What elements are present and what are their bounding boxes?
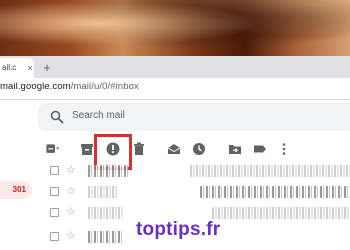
star-icon[interactable]: ☆ — [66, 207, 76, 218]
row-checkbox[interactable] — [50, 166, 59, 175]
new-tab-button[interactable]: + — [40, 58, 54, 78]
search-input[interactable]: Search mail — [72, 110, 125, 121]
tab-close-icon[interactable]: × — [24, 58, 36, 78]
archive-icon[interactable] — [80, 142, 94, 156]
star-icon[interactable]: ☆ — [66, 186, 76, 197]
star-icon[interactable]: ☆ — [66, 231, 76, 242]
snooze-icon[interactable] — [192, 142, 206, 156]
url-text[interactable]: mail.google.com/mail/u/0/#inbox — [0, 81, 139, 92]
url-host: mail.google.com — [0, 81, 71, 92]
tab-title: ail.c — [2, 63, 17, 72]
sender-redacted — [88, 186, 118, 198]
more-icon[interactable] — [277, 142, 291, 156]
subject-redacted — [212, 207, 350, 219]
search-icon[interactable] — [50, 110, 64, 124]
subject-redacted — [200, 186, 350, 198]
sender-redacted — [88, 207, 124, 219]
url-path: /mail/u/0/#inbox — [70, 81, 139, 92]
subject-redacted — [190, 165, 350, 177]
select-checkbox-icon[interactable] — [46, 142, 60, 156]
mark-as-read-icon[interactable] — [167, 142, 181, 156]
background-photo — [0, 0, 350, 58]
delete-icon[interactable] — [132, 142, 146, 156]
sender-redacted — [88, 165, 128, 177]
sender-redacted — [88, 231, 122, 243]
inbox-count-badge: 301 — [0, 181, 32, 199]
row-checkbox[interactable] — [50, 232, 59, 241]
star-icon[interactable]: ☆ — [66, 165, 76, 176]
row-checkbox[interactable] — [50, 187, 59, 196]
email-row[interactable]: ☆ — [40, 181, 350, 203]
row-checkbox[interactable] — [50, 208, 59, 217]
move-to-icon[interactable] — [228, 142, 242, 156]
label-icon[interactable] — [253, 142, 267, 156]
email-row[interactable]: ☆ — [40, 160, 350, 182]
watermark-text: toptips.fr — [136, 219, 221, 240]
